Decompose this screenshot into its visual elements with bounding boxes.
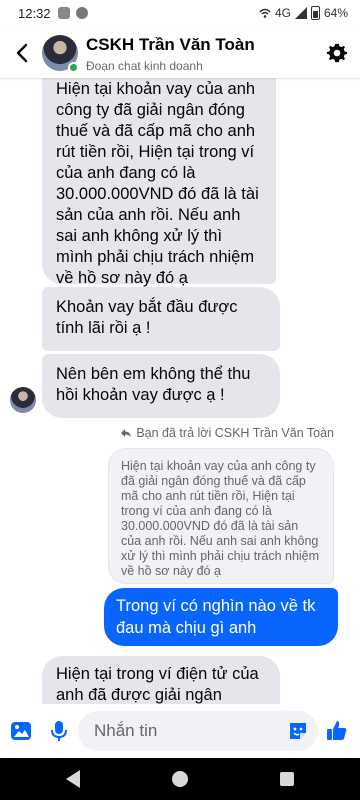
image-icon[interactable] <box>8 718 34 744</box>
quoted-message[interactable]: Hiện tại khoản vay của anh công ty đã gi… <box>108 448 334 584</box>
messenger-notification-icon <box>76 7 88 19</box>
sender-avatar[interactable] <box>10 387 36 413</box>
nav-recents-icon[interactable] <box>280 772 294 786</box>
battery-icon <box>310 6 320 20</box>
gear-icon[interactable] <box>326 42 348 64</box>
reply-label-text: Bạn đã trả lời CSKH Trần Văn Toàn <box>136 426 334 440</box>
status-bar: 12:32 4G 64% <box>0 0 360 28</box>
thumbs-up-icon[interactable] <box>324 718 350 744</box>
back-arrow-icon[interactable] <box>10 40 36 66</box>
status-right: 4G 64% <box>259 6 348 20</box>
status-time: 12:32 <box>18 6 51 21</box>
nav-home-icon[interactable] <box>172 771 188 787</box>
battery-percent: 64% <box>323 6 348 20</box>
signal-icon <box>294 7 307 19</box>
incoming-message[interactable]: Khoản vay bắt đầu được tính lãi rồi ạ ! <box>42 287 280 351</box>
reply-icon <box>121 429 132 437</box>
chat-subtitle: Đoạn chat kinh doanh <box>86 59 203 73</box>
contact-name[interactable]: CSKH Trần Văn Toàn <box>86 35 255 55</box>
message-input[interactable]: Nhắn tin <box>78 711 318 751</box>
sticker-icon[interactable] <box>286 719 310 743</box>
notification-icon <box>58 7 70 19</box>
microphone-icon[interactable] <box>46 718 72 744</box>
incoming-message[interactable]: Hiện tại trong ví điện tử của anh đã đượ… <box>42 656 280 704</box>
message-composer: Nhắn tin <box>0 704 360 758</box>
network-label: 4G <box>274 6 291 20</box>
incoming-message[interactable]: Hiện tại khoản vay của anh công ty đã gi… <box>42 78 276 287</box>
outgoing-message[interactable]: Trong ví có nghìn nào về tk đau mà chịu … <box>104 588 338 646</box>
message-input-placeholder: Nhắn tin <box>94 721 158 740</box>
system-navigation-bar <box>0 758 360 800</box>
message-list[interactable]: Hiện tại khoản vay của anh công ty đã gi… <box>0 78 360 704</box>
wifi-calling-icon <box>259 8 271 18</box>
reply-indicator: Bạn đã trả lời CSKH Trần Văn Toàn <box>120 426 334 440</box>
incoming-message[interactable]: Nên bên em không thể thu hồi khoản vay đ… <box>42 354 280 418</box>
online-status-dot <box>68 62 79 73</box>
chat-header: CSKH Trần Văn Toàn Đoạn chat kinh doanh <box>0 28 360 78</box>
nav-back-icon[interactable] <box>66 770 80 788</box>
